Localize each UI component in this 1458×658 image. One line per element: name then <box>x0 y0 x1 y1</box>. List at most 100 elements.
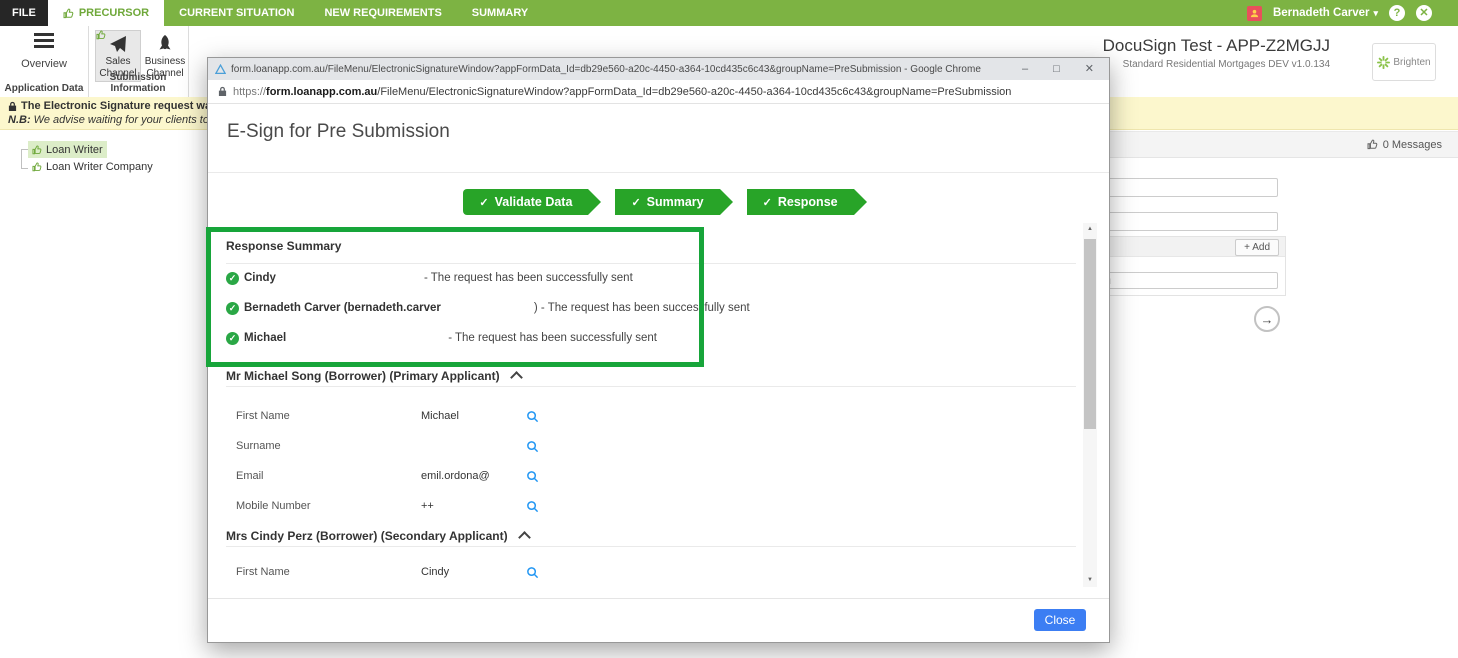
next-arrow-button[interactable]: → <box>1254 306 1280 332</box>
search-icon[interactable] <box>526 566 539 579</box>
ribbon-group-application-data: Overview Application Data <box>0 26 89 97</box>
tree-connector <box>21 168 28 169</box>
brand-name: Brighten <box>1393 57 1430 68</box>
chrome-popup-window: form.loanapp.com.au/FileMenu/ElectronicS… <box>207 57 1110 643</box>
user-menu[interactable]: Bernadeth Carver ▾ <box>1273 7 1378 19</box>
popup-window-title: form.loanapp.com.au/FileMenu/ElectronicS… <box>231 64 1014 75</box>
check-icon: ✓ <box>479 197 488 209</box>
divider <box>208 172 1109 173</box>
field-row: First Name Michael <box>236 408 1056 424</box>
lock-icon <box>8 101 17 112</box>
scroll-up-button[interactable]: ▲ <box>1083 223 1097 236</box>
application-subtitle: Standard Residential Mortgages DEV v1.0.… <box>1103 59 1330 70</box>
field-value: Michael <box>421 410 526 422</box>
menu-file-button[interactable]: FILE <box>0 0 48 26</box>
scrollbar[interactable]: ▲ ▼ <box>1083 223 1097 587</box>
scroll-down-button[interactable]: ▼ <box>1083 574 1097 587</box>
tree-connector <box>21 149 28 150</box>
check-circle-icon: ✓ <box>226 272 239 285</box>
top-menu-bar: FILE PRECURSOR CURRENT SITUATION NEW REQ… <box>0 0 1458 26</box>
tree-item-label: Loan Writer Company <box>46 161 153 173</box>
url-path: /FileMenu/ElectronicSignatureWindow?appF… <box>377 86 1011 98</box>
popup-title-bar[interactable]: form.loanapp.com.au/FileMenu/ElectronicS… <box>208 58 1109 80</box>
paper-plane-icon <box>108 34 128 54</box>
minimize-button[interactable]: – <box>1022 58 1028 80</box>
step-label: Validate Data <box>495 195 573 209</box>
search-icon[interactable] <box>526 410 539 423</box>
close-window-button[interactable]: ✕ <box>1085 58 1094 80</box>
step-summary: ✓ Summary <box>615 189 719 215</box>
step-response: ✓Response <box>747 189 854 215</box>
thumb-up-icon <box>32 162 42 172</box>
user-badge-icon <box>1247 6 1262 21</box>
search-icon[interactable] <box>526 470 539 483</box>
scrollbar-thumb[interactable] <box>1084 239 1096 429</box>
thumb-up-badge-icon <box>96 30 106 44</box>
menu-tab-label: PRECURSOR <box>79 0 149 26</box>
app-screen: FILE PRECURSOR CURRENT SITUATION NEW REQ… <box>0 0 1458 658</box>
menu-tab-current-situation[interactable]: CURRENT SITUATION <box>164 0 309 26</box>
divider <box>208 598 1109 599</box>
side-panel-input-3[interactable]: u <box>1100 272 1278 289</box>
close-app-button[interactable]: ✕ <box>1416 5 1432 21</box>
url-text: https://form.loanapp.com.au/FileMenu/Ele… <box>233 86 1011 98</box>
field-row: Mobile Number ++ <box>236 498 1056 514</box>
step-label: Summary <box>647 195 704 209</box>
check-icon: ✓ <box>631 197 640 209</box>
response-summary-title: Response Summary <box>226 239 341 253</box>
add-button[interactable]: + Add <box>1235 239 1279 256</box>
step-validate-data: ✓ Validate Data <box>463 189 588 215</box>
maximize-button[interactable]: □ <box>1053 58 1060 80</box>
divider <box>226 546 1076 547</box>
search-icon[interactable] <box>526 440 539 453</box>
section-title: Mrs Cindy Perz (Borrower) (Secondary App… <box>226 529 508 543</box>
field-label: Surname <box>236 440 421 452</box>
check-circle-icon: ✓ <box>226 302 239 315</box>
field-row: First Name Cindy <box>236 564 1056 580</box>
alert-triangle-icon <box>215 64 226 75</box>
section-header-secondary-applicant[interactable]: Mrs Cindy Perz (Borrower) (Secondary App… <box>226 529 529 543</box>
tree-item-loan-writer-company[interactable]: Loan Writer Company <box>28 158 157 175</box>
page-title: E-Sign for Pre Submission <box>227 121 450 143</box>
help-button[interactable]: ? <box>1389 5 1405 21</box>
response-row: ✓ Cindy - The request has been successfu… <box>226 270 633 286</box>
response-message: - The request has been successfully sent <box>424 272 633 284</box>
section-header-primary-applicant[interactable]: Mr Michael Song (Borrower) (Primary Appl… <box>226 369 521 383</box>
menu-tab-new-requirements[interactable]: NEW REQUIREMENTS <box>309 0 456 26</box>
close-button[interactable]: Close <box>1034 609 1086 631</box>
field-label: Mobile Number <box>236 500 421 512</box>
field-row: Surname <box>236 438 1056 454</box>
overview-button[interactable]: Overview <box>14 33 74 70</box>
response-row: ✓ Michael - The request has been success… <box>226 330 657 346</box>
search-icon[interactable] <box>526 500 539 513</box>
field-value: emil.ordona@ <box>421 470 526 482</box>
rocket-icon <box>156 34 174 54</box>
messages-count[interactable]: 0 Messages <box>1383 139 1442 151</box>
party-tree: Loan Writer Loan Writer Company <box>16 141 236 175</box>
chevron-down-icon: ▾ <box>1373 8 1378 19</box>
step-label: Response <box>778 195 838 209</box>
user-name-label: Bernadeth Carver <box>1273 7 1370 19</box>
menu-tab-summary[interactable]: SUMMARY <box>457 0 543 26</box>
chevron-up-icon <box>518 531 531 544</box>
group-label-submission-information: Submission Information <box>88 72 188 94</box>
lock-icon <box>218 86 227 97</box>
overview-label: Overview <box>14 58 74 70</box>
menu-tab-precursor[interactable]: PRECURSOR <box>48 0 164 26</box>
tree-item-label: Loan Writer <box>46 144 103 156</box>
application-title-block: DocuSign Test - APP-Z2MGJJ Standard Resi… <box>1103 36 1330 70</box>
tree-item-loan-writer[interactable]: Loan Writer <box>28 141 107 158</box>
url-bar[interactable]: https://form.loanapp.com.au/FileMenu/Ele… <box>208 80 1109 104</box>
hamburger-icon <box>34 33 54 48</box>
thumb-up-icon <box>63 8 74 19</box>
divider <box>226 386 1076 387</box>
topbar-right: Bernadeth Carver ▾ ? ✕ <box>1247 0 1458 26</box>
arrow-right-icon: → <box>1261 312 1274 327</box>
field-label: Email <box>236 470 421 482</box>
field-value: ++ <box>421 500 526 512</box>
recipient-name: Bernadeth Carver (bernadeth.carver <box>244 302 441 314</box>
thumb-up-icon <box>1367 139 1378 150</box>
progress-steps: ✓ Validate Data ✓ Summary ✓Response <box>208 189 1109 215</box>
section-title: Mr Michael Song (Borrower) (Primary Appl… <box>226 369 500 383</box>
field-row: Email emil.ordona@ <box>236 468 1056 484</box>
